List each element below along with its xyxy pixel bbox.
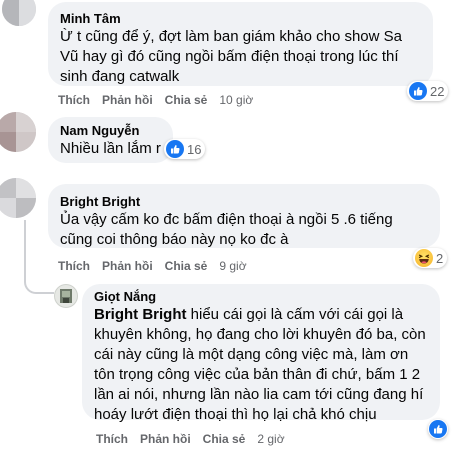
like-button[interactable]: Thích	[58, 92, 90, 108]
reaction-badge[interactable]: 16	[164, 139, 206, 159]
reaction-count: 22	[430, 83, 445, 99]
reply-bubble: Giọt Nắng Bright Bright hiểu cái gọi là …	[82, 284, 440, 423]
comment-author[interactable]: Nam Nguyễn	[60, 122, 161, 139]
reply-body: hiểu cái gọi là cấm với cái gọi là khuyê…	[94, 306, 430, 423]
reaction-count: 16	[187, 141, 202, 157]
reaction-badge[interactable]: 2	[413, 248, 448, 268]
reply-button[interactable]: Phản hồi	[102, 92, 153, 108]
haha-icon	[415, 249, 433, 267]
reply-actions: Thích Phản hồi Chia sẻ 2 giờ	[96, 431, 285, 447]
share-button[interactable]: Chia sẻ	[165, 92, 208, 108]
like-icon	[429, 420, 447, 438]
comment-timestamp[interactable]: 9 giờ	[219, 258, 246, 274]
comment-actions: Thích Phản hồi Chia sẻ 9 giờ	[58, 258, 247, 274]
reaction-badge[interactable]: 22	[407, 81, 449, 101]
share-button[interactable]: Chia sẻ	[165, 258, 208, 274]
like-button[interactable]: Thích	[58, 258, 90, 274]
share-button[interactable]: Chia sẻ	[203, 431, 246, 447]
like-button[interactable]: Thích	[96, 431, 128, 447]
reply-button[interactable]: Phản hồi	[140, 431, 191, 447]
thread-connector	[24, 220, 26, 278]
reply-timestamp[interactable]: 2 giờ	[257, 431, 284, 447]
mention-link[interactable]: Bright Bright	[94, 306, 186, 323]
comment-author[interactable]: Bright Bright	[60, 193, 428, 210]
comment-author[interactable]: Minh Tâm	[60, 10, 421, 27]
reaction-badge[interactable]	[428, 419, 448, 439]
avatar[interactable]	[2, 0, 36, 26]
comment-text: Ủa vậy cấm ko đc bấm điện thoại à ngồi 5…	[60, 211, 397, 248]
comment-text: Ừ t cũng để ý, đợt làm ban giám khảo cho…	[60, 28, 407, 85]
reply-button[interactable]: Phản hồi	[102, 258, 153, 274]
avatar[interactable]	[54, 284, 78, 308]
comment-bubble: Nam Nguyễn Nhiều lần lắm r	[48, 117, 173, 163]
comment-text: Nhiều lần lắm r	[60, 140, 161, 157]
thread-connector	[24, 276, 54, 294]
comment-actions: Thích Phản hồi Chia sẻ 10 giờ	[58, 92, 253, 108]
comment-bubble: Minh Tâm Ừ t cũng để ý, đợt làm ban giám…	[48, 2, 433, 86]
like-icon	[409, 82, 427, 100]
comment-timestamp[interactable]: 10 giờ	[219, 92, 253, 108]
reply-text: Bright Bright hiểu cái gọi là cấm với cá…	[94, 305, 428, 425]
avatar[interactable]	[0, 112, 36, 152]
comment-bubble: Bright Bright Ủa vậy cấm ko đc bấm điện …	[48, 184, 440, 248]
like-icon	[166, 140, 184, 158]
reaction-count: 2	[436, 250, 444, 266]
reply-author[interactable]: Giọt Nắng	[94, 288, 428, 305]
avatar[interactable]	[0, 178, 36, 218]
